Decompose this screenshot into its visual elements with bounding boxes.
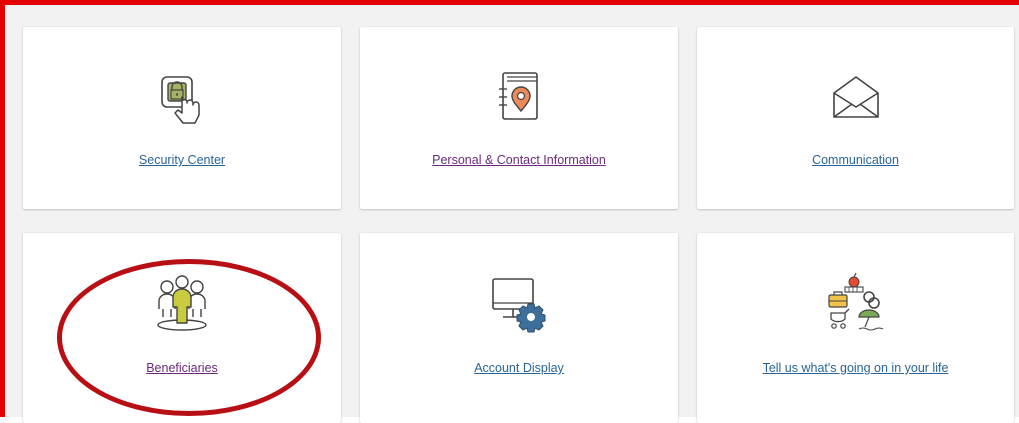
personal-contact-link[interactable]: Personal & Contact Information — [360, 153, 678, 167]
monitor-gear-icon — [492, 278, 546, 333]
security-center-link[interactable]: Security Center — [23, 153, 341, 167]
life-events-link[interactable]: Tell us what's going on in your life — [697, 361, 1014, 375]
beneficiaries-link[interactable]: Beneficiaries — [23, 361, 341, 375]
tile-account-display[interactable]: Account Display — [360, 233, 678, 423]
tile-personal-contact[interactable]: Personal & Contact Information — [360, 27, 678, 209]
tile-beneficiaries[interactable]: Beneficiaries — [23, 233, 341, 423]
tile-life-events[interactable]: Tell us what's going on in your life — [697, 233, 1014, 423]
beneficiaries-people-icon — [157, 275, 207, 331]
life-events-icon — [827, 272, 883, 331]
page-frame: Security Center Personal & Contact Infor… — [0, 0, 1019, 423]
lock-touch-icon — [161, 76, 200, 124]
tile-security-center[interactable]: Security Center — [23, 27, 341, 209]
tile-communication[interactable]: Communication — [697, 27, 1014, 209]
account-display-link[interactable]: Account Display — [360, 361, 678, 375]
address-book-icon — [499, 72, 538, 120]
communication-link[interactable]: Communication — [697, 153, 1014, 167]
envelope-icon — [832, 76, 879, 118]
